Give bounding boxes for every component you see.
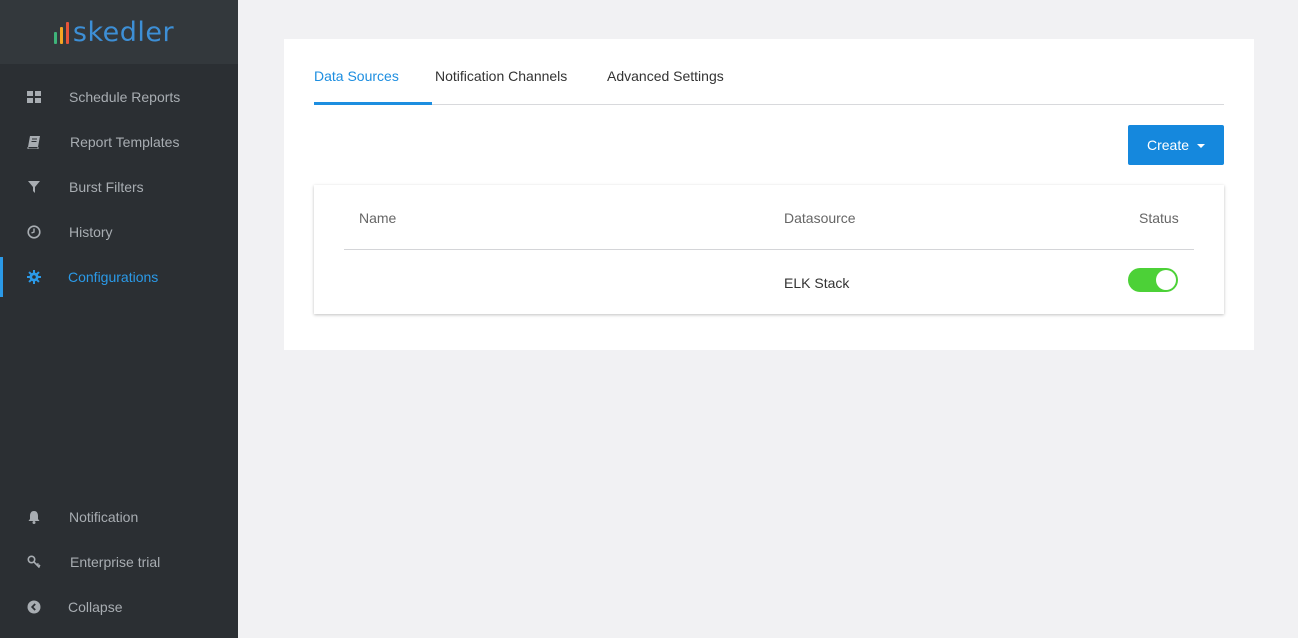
- sidebar-item-notification[interactable]: Notification: [0, 497, 238, 537]
- sidebar-item-collapse[interactable]: Collapse: [0, 587, 238, 627]
- clock-icon: [26, 224, 42, 240]
- tab-bar: Data Sources Notification Channels Advan…: [314, 39, 1224, 105]
- bell-icon: [26, 509, 42, 525]
- tab-advanced-settings[interactable]: Advanced Settings: [607, 68, 724, 84]
- sidebar-item-label: Report Templates: [70, 134, 180, 150]
- logo-text: skedler: [72, 16, 175, 48]
- sidebar-item-configurations[interactable]: Configurations: [0, 257, 238, 297]
- logo-area: skedler: [0, 0, 238, 64]
- header-divider: [344, 249, 1194, 250]
- key-icon: [26, 554, 42, 570]
- column-header-datasource[interactable]: Datasource: [784, 210, 856, 226]
- toggle-knob: [1156, 270, 1176, 290]
- sidebar: skedler Schedule Reports Report Template…: [0, 0, 238, 638]
- caret-down-icon: [1197, 144, 1206, 148]
- filter-icon: [26, 179, 42, 195]
- create-button-label: Create: [1146, 137, 1190, 153]
- active-tab-indicator: [314, 102, 432, 105]
- data-sources-table: Name Datasource Status ELK Stack: [314, 185, 1224, 314]
- cell-datasource: ELK Stack: [784, 275, 850, 291]
- configurations-panel: Data Sources Notification Channels Advan…: [284, 39, 1254, 350]
- skedler-logo[interactable]: skedler: [53, 16, 175, 48]
- sidebar-item-schedule-reports[interactable]: Schedule Reports: [0, 77, 238, 117]
- book-icon: [26, 134, 42, 150]
- gear-icon: [26, 269, 42, 285]
- tab-notification-channels[interactable]: Notification Channels: [435, 68, 567, 84]
- sidebar-item-history[interactable]: History: [0, 212, 238, 252]
- sidebar-item-label: Enterprise trial: [70, 554, 161, 570]
- tab-data-sources[interactable]: Data Sources: [314, 68, 399, 84]
- sidebar-item-label: Notification: [69, 509, 139, 525]
- sidebar-item-label: Burst Filters: [69, 179, 144, 195]
- column-header-status[interactable]: Status: [1139, 210, 1179, 226]
- column-header-name[interactable]: Name: [359, 210, 396, 226]
- sidebar-item-burst-filters[interactable]: Burst Filters: [0, 167, 238, 207]
- status-toggle[interactable]: [1128, 268, 1178, 292]
- sidebar-item-report-templates[interactable]: Report Templates: [0, 122, 238, 162]
- sidebar-item-enterprise-trial[interactable]: Enterprise trial: [0, 542, 238, 582]
- sidebar-item-label: Schedule Reports: [69, 89, 181, 105]
- logo-bars-icon: [53, 21, 69, 44]
- chevron-left-circle-icon: [26, 599, 42, 615]
- sidebar-item-label: History: [69, 224, 113, 240]
- grid-icon: [26, 89, 42, 105]
- sidebar-item-label: Collapse: [68, 599, 123, 615]
- sidebar-item-label: Configurations: [68, 269, 159, 285]
- create-button[interactable]: Create: [1128, 125, 1224, 165]
